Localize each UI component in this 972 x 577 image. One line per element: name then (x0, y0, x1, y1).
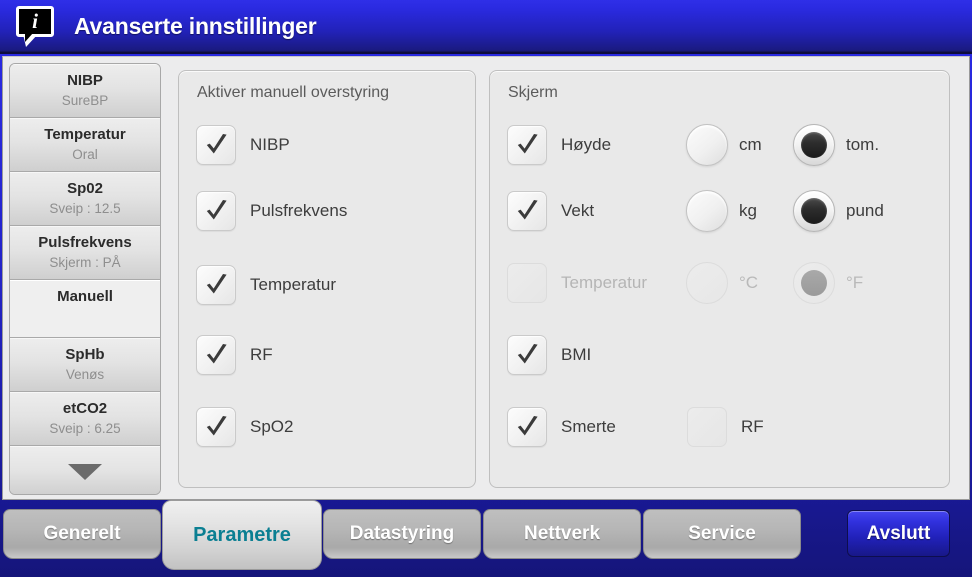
sidebar-item-subtitle: Sveip : 12.5 (49, 201, 121, 216)
sidebar-item-title: NIBP (67, 72, 103, 89)
checkbox-display-rf[interactable] (687, 407, 727, 447)
display-label-vekt: Vekt (561, 201, 595, 220)
manual-override-panel: Aktiver manuell overstyring NIBP Pulsfre… (178, 70, 476, 488)
exit-button[interactable]: Avslutt (847, 510, 950, 557)
application-window: i Avanserte innstillinger NIBP SureBP Te… (0, 0, 972, 577)
unit-label-weight-pounds: pund (846, 201, 884, 220)
radio-height-cm[interactable] (686, 124, 728, 166)
checkbox-spo2[interactable] (196, 407, 236, 447)
override-label-nibp: NIBP (250, 135, 290, 154)
tab-generelt[interactable]: Generelt (3, 509, 161, 559)
sidebar-item-title: SpHb (65, 346, 105, 363)
override-row-temperatur[interactable]: Temperatur (196, 263, 336, 307)
manual-override-panel-title: Aktiver manuell overstyring (197, 84, 390, 101)
sidebar-item-subtitle: SureBP (61, 93, 109, 108)
sidebar-item-subtitle: Venøs (65, 367, 105, 382)
display-row-temperatur: Temperatur °C °F (507, 261, 863, 305)
unit-label-height-inches: tom. (846, 135, 880, 154)
sidebar-item-title: etCO2 (62, 400, 108, 417)
sidebar-item-sphb[interactable]: SpHb Venøs (10, 338, 160, 392)
display-label-hoyde: Høyde (561, 135, 612, 154)
checkbox-rf[interactable] (196, 335, 236, 375)
checkbox-temperatur[interactable] (196, 265, 236, 305)
override-label-spo2: SpO2 (250, 417, 294, 436)
tab-bar: Generelt Parametre Datastyring Nettverk … (0, 500, 972, 577)
override-label-rf: RF (250, 345, 273, 364)
check-icon (517, 416, 538, 436)
check-icon (517, 200, 538, 220)
check-icon (206, 416, 227, 436)
sidebar-item-manuell[interactable]: Manuell (10, 280, 160, 338)
override-label-pulsfrekvens: Pulsfrekvens (250, 201, 348, 220)
checkbox-display-temperatur (507, 263, 547, 303)
sidebar-item-subtitle: Sveip : 6.25 (49, 421, 121, 436)
title-bar: i Avanserte innstillinger (0, 0, 972, 54)
info-bubble-icon: i (13, 4, 57, 48)
override-row-nibp[interactable]: NIBP (196, 123, 290, 167)
sidebar-item-temperatur[interactable]: Temperatur Oral (10, 118, 160, 172)
override-row-pulsfrekvens[interactable]: Pulsfrekvens (196, 189, 347, 233)
sidebar-item-sp02[interactable]: Sp02 Sveip : 12.5 (10, 172, 160, 226)
display-row-vekt[interactable]: Vekt kg pund (507, 189, 884, 233)
display-row-bmi[interactable]: BMI (507, 333, 591, 377)
caret-down-icon (68, 464, 102, 480)
display-label-bmi: BMI (561, 345, 592, 364)
radio-temp-fahrenheit (793, 262, 835, 304)
tab-parametre[interactable]: Parametre (162, 500, 322, 570)
display-label-rf: RF (741, 417, 764, 436)
checkbox-smerte[interactable] (507, 407, 547, 447)
parameter-sidebar[interactable]: NIBP SureBP Temperatur Oral Sp02 Sveip :… (9, 63, 161, 495)
display-label-smerte: Smerte (561, 417, 616, 436)
tab-datastyring[interactable]: Datastyring (323, 509, 481, 559)
unit-label-weight-kg: kg (739, 201, 757, 220)
override-row-rf[interactable]: RF (196, 333, 273, 377)
sidebar-item-title: Pulsfrekvens (38, 234, 132, 251)
radio-height-inches[interactable] (793, 124, 835, 166)
display-label-temperatur: Temperatur (561, 273, 647, 292)
sidebar-item-pulsfrekvens[interactable]: Pulsfrekvens Skjerm : PÅ (10, 226, 160, 280)
content-area: NIBP SureBP Temperatur Oral Sp02 Sveip :… (2, 56, 970, 500)
sidebar-item-title: Temperatur (44, 126, 126, 143)
check-icon (517, 344, 538, 364)
sidebar-scroll-down-button[interactable] (10, 446, 160, 494)
checkbox-nibp[interactable] (196, 125, 236, 165)
unit-label-temp-fahrenheit: °F (846, 273, 864, 292)
checkbox-pulsfrekvens[interactable] (196, 191, 236, 231)
display-panel: Skjerm Høyde cm tom. Vekt kg pund Temper… (489, 70, 950, 488)
sidebar-item-title: Manuell (57, 288, 113, 305)
override-label-temperatur: Temperatur (250, 275, 336, 294)
check-icon (517, 134, 538, 154)
sidebar-item-etco2[interactable]: etCO2 Sveip : 6.25 (10, 392, 160, 446)
display-row-hoyde[interactable]: Høyde cm tom. (507, 123, 879, 167)
display-panel-title: Skjerm (508, 84, 558, 101)
override-row-spo2[interactable]: SpO2 (196, 405, 293, 449)
check-icon (206, 200, 227, 220)
tab-service[interactable]: Service (643, 509, 801, 559)
page-title: Avanserte innstillinger (74, 12, 317, 39)
sidebar-item-subtitle: Skjerm : PÅ (49, 255, 121, 270)
radio-weight-kg[interactable] (686, 190, 728, 232)
radio-temp-celsius (686, 262, 728, 304)
tab-nettverk[interactable]: Nettverk (483, 509, 641, 559)
check-icon (206, 344, 227, 364)
check-icon (206, 274, 227, 294)
display-row-smerte[interactable]: Smerte RF (507, 405, 764, 449)
unit-label-temp-celsius: °C (739, 273, 759, 292)
check-icon (206, 134, 227, 154)
checkbox-vekt[interactable] (507, 191, 547, 231)
sidebar-item-subtitle: Oral (72, 147, 98, 162)
checkbox-bmi[interactable] (507, 335, 547, 375)
checkbox-hoyde[interactable] (507, 125, 547, 165)
unit-label-height-cm: cm (739, 135, 762, 154)
radio-weight-pounds[interactable] (793, 190, 835, 232)
sidebar-item-nibp[interactable]: NIBP SureBP (10, 64, 160, 118)
sidebar-item-title: Sp02 (67, 180, 103, 197)
